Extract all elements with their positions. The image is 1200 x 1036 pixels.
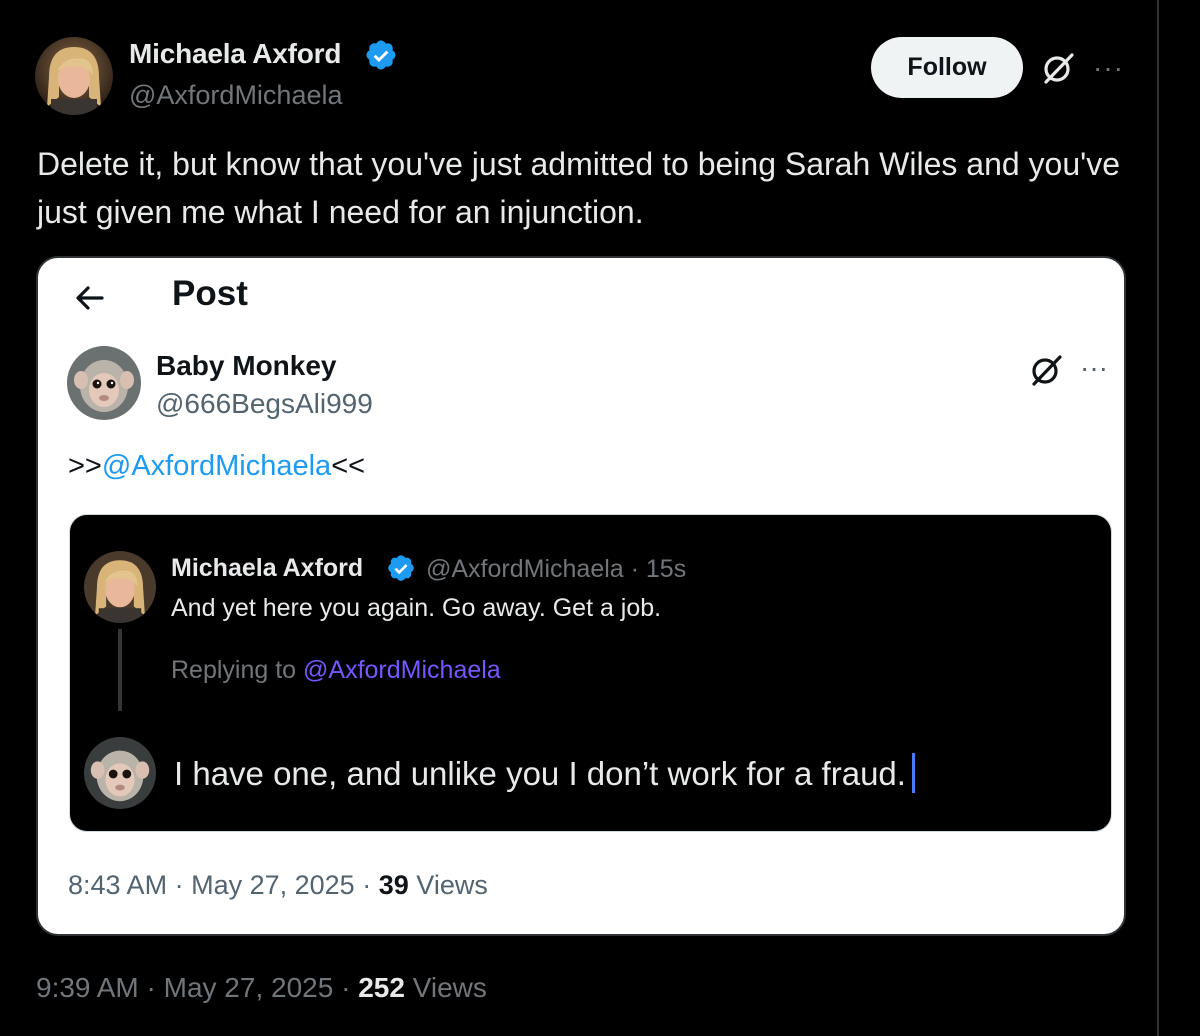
meta-separator: · <box>174 870 184 900</box>
inner-author-name: Michaela Axford <box>171 554 364 582</box>
back-arrow-icon <box>76 286 104 310</box>
inner-author-avatar <box>84 551 156 623</box>
embedded-author-name: Baby Monkey <box>156 350 337 381</box>
embedded-post-meta: 8:43 AM · May 27, 2025 · 39 Views <box>68 870 488 901</box>
author-name[interactable]: Michaela Axford <box>129 38 341 70</box>
embedded-views-label: Views <box>416 870 488 900</box>
embedded-views-count: 39 <box>378 870 409 900</box>
inner-monkey-avatar <box>84 737 156 809</box>
views-count[interactable]: 252 <box>358 972 405 1003</box>
tweet-meta: 9:39 AM · May 27, 2025 · 252 Views <box>36 972 487 1004</box>
follow-button[interactable]: Follow <box>871 37 1023 98</box>
author-avatar[interactable] <box>35 37 113 115</box>
tweet-text: Delete it, but know that you've just adm… <box>37 146 1121 230</box>
embedded-post-text: >>@AxfordMichaela<< <box>68 450 365 483</box>
author-handle[interactable]: @AxfordMichaela <box>129 80 343 111</box>
compose-text-content: I have one, and unlike you I don’t work … <box>174 755 906 792</box>
compose-text: I have one, and unlike you I don’t work … <box>174 753 915 793</box>
replying-handle: @AxfordMichaela <box>303 656 501 684</box>
tweet-date[interactable]: May 27, 2025 <box>164 972 334 1003</box>
inner-screenshot: Michaela Axford @AxfordMichaela · 15s An… <box>69 514 1112 832</box>
meta-separator: · <box>341 972 351 1003</box>
monkey-avatar <box>67 346 141 420</box>
grok-icon[interactable] <box>1040 50 1076 86</box>
verified-badge-icon <box>366 40 396 70</box>
more-icon[interactable]: ··· <box>1093 52 1124 84</box>
replying-to: Replying to @AxfordMichaela <box>171 656 501 685</box>
embedded-date: May 27, 2025 <box>191 870 355 900</box>
column-divider <box>1157 0 1159 1036</box>
grok-icon <box>1032 355 1062 386</box>
text-prefix: >> <box>68 450 102 482</box>
tweet-time[interactable]: 9:39 AM <box>36 972 139 1003</box>
meta-separator: · <box>146 972 156 1003</box>
text-suffix: << <box>331 450 366 482</box>
more-icon: ··· <box>1080 352 1108 383</box>
embedded-time: 8:43 AM <box>68 870 168 900</box>
thread-line <box>118 629 122 711</box>
inner-handle-time: @AxfordMichaela · 15s <box>426 555 687 583</box>
text-caret <box>911 753 915 793</box>
inner-tweet-text: And yet here you again. Go away. Get a j… <box>171 594 662 622</box>
attached-screenshot[interactable]: Post Baby Monkey @666BegsAli999 ··· >>@A… <box>36 256 1126 936</box>
post-title: Post <box>172 274 248 313</box>
embedded-author-handle: @666BegsAli999 <box>156 388 373 419</box>
mention-link: @AxfordMichaela <box>101 450 332 482</box>
views-label[interactable]: Views <box>413 972 487 1003</box>
meta-separator: · <box>362 870 372 900</box>
verified-badge-icon <box>388 555 414 581</box>
replying-prefix: Replying to <box>171 656 297 684</box>
